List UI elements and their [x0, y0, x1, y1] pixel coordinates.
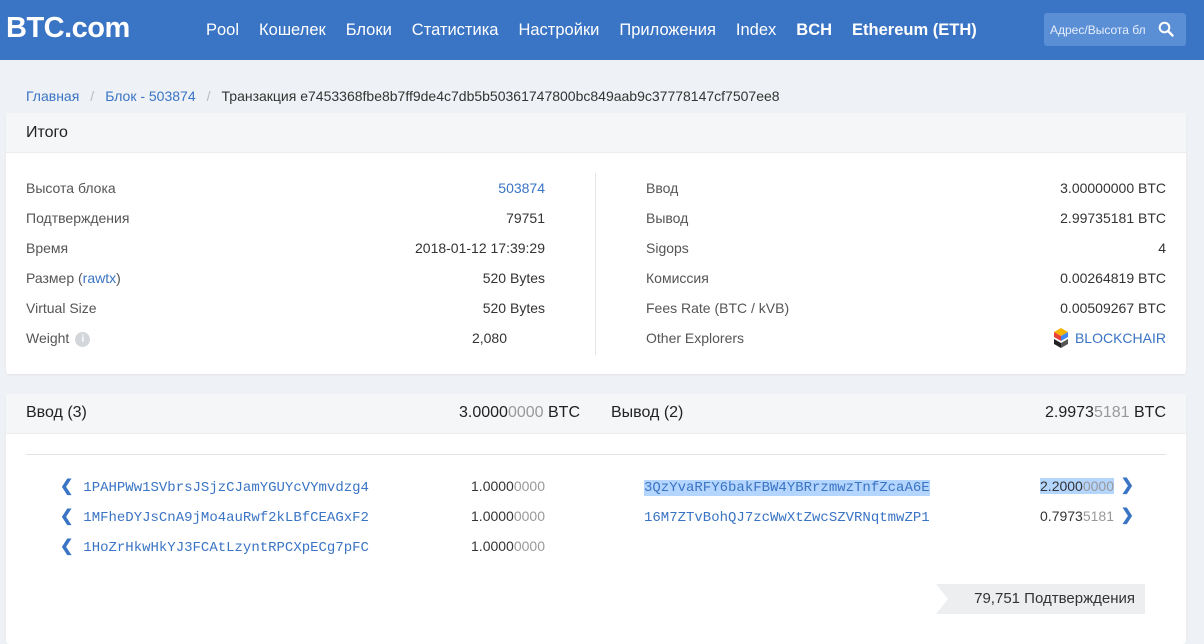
nav-eth[interactable]: Ethereum (ETH): [852, 21, 977, 40]
summary-header: Итого: [6, 113, 1186, 153]
breadcrumb-separator: /: [206, 88, 211, 104]
search-icon[interactable]: [1158, 21, 1174, 37]
row-output: Вывод 2.99735181 BTC: [646, 203, 1166, 233]
row-input: Ввод 3.00000000 BTC: [646, 173, 1166, 203]
value-size: 520 Bytes: [482, 270, 545, 286]
label-block-height: Высота блока: [26, 180, 116, 196]
label-size: Размер (rawtx): [26, 270, 121, 286]
breadcrumb-home[interactable]: Главная: [26, 88, 79, 104]
input-amount: 1.00000000: [471, 538, 545, 554]
row-sigops: Sigops 4: [646, 233, 1166, 263]
output-amount: 0.79735181: [1040, 508, 1114, 524]
input-amount: 1.00000000: [471, 508, 545, 524]
nav-blocks[interactable]: Блоки: [346, 21, 392, 40]
row-fee-rate: Fees Rate (BTC / kVB) 0.00509267 BTC: [646, 293, 1166, 323]
input-address[interactable]: 1PAHPWw1SVbrsJSjzCJamYGUYcVYmvdzg4: [83, 480, 369, 496]
row-size: Размер (rawtx) 520 Bytes: [26, 263, 545, 293]
value-sigops: 4: [1158, 240, 1166, 256]
column-divider: [595, 173, 596, 355]
chevron-left-icon[interactable]: ❮: [60, 478, 73, 495]
value-input: 3.00000000 BTC: [1060, 180, 1166, 196]
row-virtual-size: Virtual Size 520 Bytes: [26, 293, 545, 323]
output-amount: 2.20000000: [1040, 478, 1114, 494]
block-height-link[interactable]: 503874: [498, 180, 545, 196]
row-weight: Weight i 2,080: [26, 323, 545, 353]
outputs-total: 2.99735181 BTC: [1045, 404, 1166, 421]
input-row: ❮ 1MFheDYJsCnA9jMo4auRwf2kLBfCEAGxF2 1.0…: [60, 501, 545, 531]
nav-wallet[interactable]: Кошелек: [259, 21, 326, 40]
info-icon[interactable]: i: [75, 331, 91, 347]
label-virtual-size: Virtual Size: [26, 300, 97, 316]
inputs-total: 3.00000000 BTC: [459, 404, 580, 421]
chevron-left-icon[interactable]: ❮: [60, 538, 73, 555]
input-row: ❮ 1PAHPWw1SVbrsJSjzCJamYGUYcVYmvdzg4 1.0…: [60, 471, 545, 501]
row-confirmations: Подтверждения 79751: [26, 203, 545, 233]
output-address[interactable]: 16M7ZTvBohQJ7zcWwXtZwcSZVRNqtmwZP1: [644, 510, 930, 526]
outputs-title: Вывод (2): [611, 404, 684, 421]
output-address[interactable]: 3QzYvaRFY6bakFBW4YBRrzmwzTnfZcaA6E: [644, 480, 930, 496]
blockchair-link[interactable]: BLOCKCHAIR: [1075, 330, 1166, 346]
io-divider: [26, 454, 1166, 455]
value-fee: 0.00264819 BTC: [1060, 270, 1166, 286]
top-navbar: BTC.com Pool Кошелек Блоки Статистика На…: [0, 0, 1204, 60]
label-time: Время: [26, 240, 69, 256]
chevron-right-icon[interactable]: ❯: [1121, 501, 1134, 531]
confirmations-badge: 79,751 Подтверждения: [936, 584, 1145, 614]
io-panel: Ввод (3) 3.00000000 BTC Вывод (2) 2.9973…: [6, 394, 1186, 644]
value-time: 2018-01-12 17:39:29: [415, 240, 545, 256]
label-fee-rate: Fees Rate (BTC / kVB): [646, 300, 790, 316]
search-input[interactable]: [1044, 13, 1156, 46]
row-fee: Комиссия 0.00264819 BTC: [646, 263, 1166, 293]
label-weight: Weight: [26, 330, 70, 346]
value-output: 2.99735181 BTC: [1060, 210, 1166, 226]
chevron-left-icon[interactable]: ❮: [60, 508, 73, 525]
nav-index[interactable]: Index: [736, 21, 776, 40]
inputs-title: Ввод (3): [26, 404, 87, 421]
chevron-right-icon[interactable]: ❯: [1121, 471, 1134, 501]
nav-bch[interactable]: BCH: [796, 21, 832, 40]
value-weight: 2,080: [471, 330, 507, 346]
output-row: 16M7ZTvBohQJ7zcWwXtZwcSZVRNqtmwZP1 0.797…: [644, 501, 1134, 531]
value-confirmations: 79751: [506, 210, 545, 226]
io-header: Ввод (3) 3.00000000 BTC Вывод (2) 2.9973…: [6, 394, 1186, 434]
input-row: ❮ 1HoZrHkwHkYJ3FCAtLzyntRPCXpECg7pFC 1.0…: [60, 531, 545, 561]
input-amount: 1.00000000: [471, 478, 545, 494]
label-output: Вывод: [646, 210, 689, 226]
input-address[interactable]: 1MFheDYJsCnA9jMo4auRwf2kLBfCEAGxF2: [83, 510, 369, 526]
breadcrumb: Главная / Блок - 503874 / Транзакция e74…: [26, 88, 780, 104]
label-sigops: Sigops: [646, 240, 689, 256]
label-other-explorers: Other Explorers: [646, 330, 745, 346]
label-fee: Комиссия: [646, 270, 709, 286]
value-virtual-size: 520 Bytes: [482, 300, 545, 316]
row-other-explorers: Other Explorers BLOCKCHAIR: [646, 323, 1166, 353]
summary-title: Итого: [26, 124, 68, 141]
nav-apps[interactable]: Приложения: [619, 21, 716, 40]
nav-pool[interactable]: Pool: [206, 21, 239, 40]
output-row: 3QzYvaRFY6bakFBW4YBRrzmwzTnfZcaA6E 2.200…: [644, 471, 1134, 501]
site-logo[interactable]: BTC.com: [6, 12, 130, 45]
main-nav: Pool Кошелек Блоки Статистика Настройки …: [196, 0, 987, 60]
blockchair-icon: [1053, 328, 1068, 349]
row-time: Время 2018-01-12 17:39:29: [26, 233, 545, 263]
label-confirmations: Подтверждения: [26, 210, 130, 226]
nav-settings[interactable]: Настройки: [518, 21, 599, 40]
value-fee-rate: 0.00509267 BTC: [1060, 300, 1166, 316]
breadcrumb-separator: /: [90, 88, 95, 104]
label-input: Ввод: [646, 180, 679, 196]
breadcrumb-block[interactable]: Блок - 503874: [105, 88, 195, 104]
nav-stats[interactable]: Статистика: [412, 21, 499, 40]
search-box: [1044, 13, 1186, 46]
summary-panel: Итого Высота блока 503874 Подтверждения …: [6, 113, 1186, 374]
row-block-height: Высота блока 503874: [26, 173, 545, 203]
rawtx-link[interactable]: rawtx: [83, 270, 116, 286]
breadcrumb-current: Транзакция e7453368fbe8b7ff9de4c7db5b503…: [221, 88, 780, 104]
input-address[interactable]: 1HoZrHkwHkYJ3FCAtLzyntRPCXpECg7pFC: [83, 540, 369, 556]
